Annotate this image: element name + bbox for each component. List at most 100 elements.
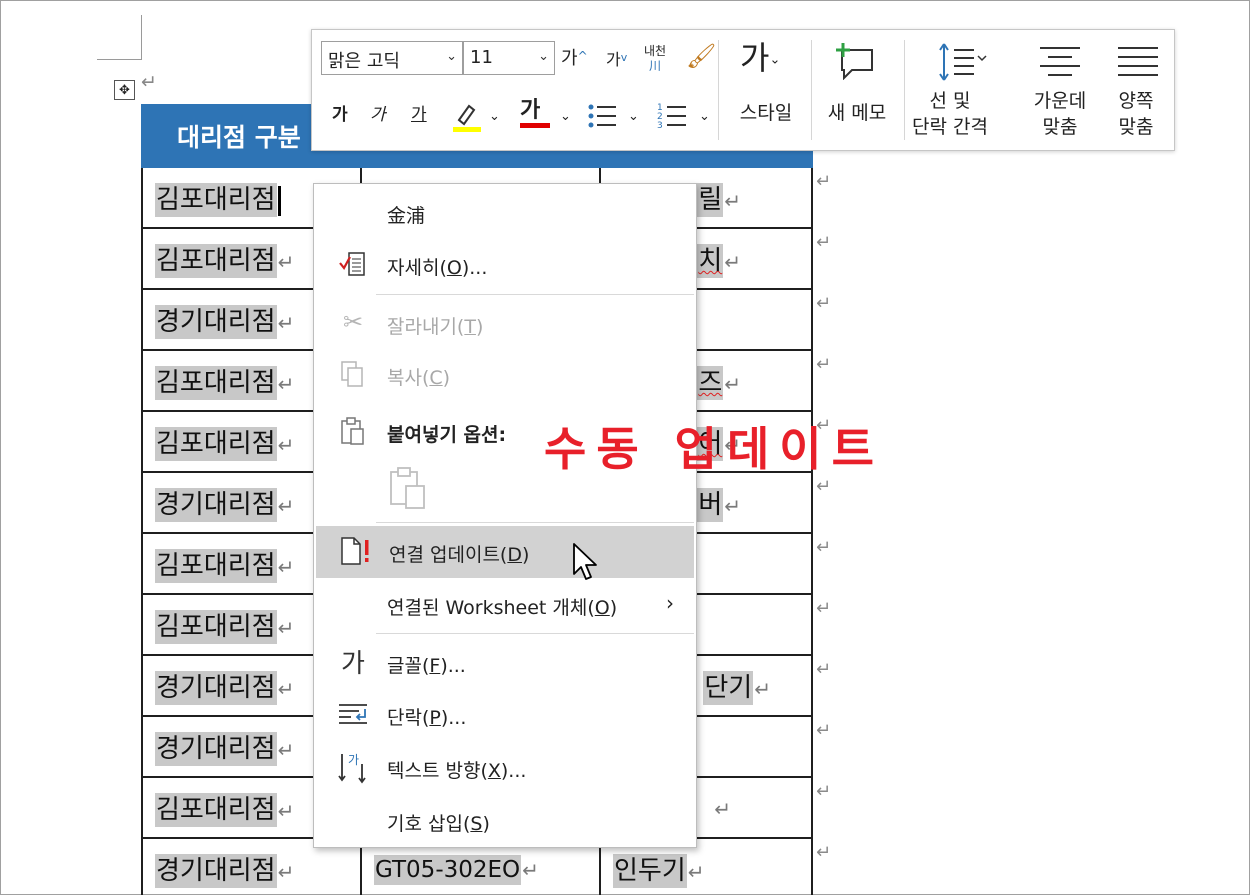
paragraph-mark: ↵	[277, 555, 295, 579]
svg-text:가: 가	[348, 753, 359, 767]
line-spacing-label-1: 선 및	[929, 90, 971, 112]
copy-glyph-icon	[341, 361, 363, 387]
justify-icon[interactable]	[1116, 44, 1160, 84]
shrink-font-glyph: 가	[606, 50, 621, 69]
font-size-value: 11	[470, 47, 493, 68]
label-text: 연결된 Worksheet 개체(	[387, 597, 595, 619]
styles-icon[interactable]: 가⌄	[740, 42, 780, 74]
justify-label-2: 맞춤	[1118, 116, 1154, 138]
paragraph-mark: ↵	[277, 372, 295, 396]
menu-item-update-link[interactable]: 연결 업데이트(D)	[316, 526, 694, 578]
new-comment-label: 새 메모	[827, 102, 887, 124]
bullets-button[interactable]	[586, 100, 618, 136]
label-text: 기호 삽입(	[387, 813, 471, 835]
text-direction-icon: 가	[336, 752, 370, 784]
row-end-mark: ↵	[816, 171, 832, 192]
paragraph-mark: ↵	[277, 860, 295, 884]
context-menu: 金浦 자세히(O)... ✂ 잘라내기(T) 복사(C) 붙여넣기 옵션: 연결…	[313, 183, 697, 848]
menu-item-label: 기호 삽입(S)	[387, 809, 490, 836]
svg-text:3: 3	[657, 121, 663, 131]
menu-item-linked-worksheet[interactable]: 연결된 Worksheet 개체(O) ›	[314, 579, 696, 631]
shrink-font-button[interactable]: 가v	[606, 52, 627, 68]
access-key: F	[429, 655, 441, 677]
menu-item-paragraph[interactable]: 단락(P)...	[314, 689, 696, 741]
chevron-down-icon[interactable]: ⌄	[489, 110, 500, 123]
styles-glyph: 가	[740, 39, 770, 77]
phonetic-guide-button[interactable]: 내천 川	[644, 44, 666, 74]
font-name-select[interactable]: 맑은 고딕 ⌄	[321, 41, 463, 75]
align-center-icon[interactable]	[1038, 44, 1082, 84]
paste-icon	[390, 467, 425, 509]
numbering-button[interactable]: 123	[656, 100, 688, 136]
highlight-button[interactable]	[451, 100, 483, 138]
justify-button[interactable]: 양쪽맞춤	[1104, 88, 1168, 140]
grow-font-button[interactable]: 가^	[561, 50, 588, 68]
dictionary-icon	[339, 252, 365, 276]
chevron-down-icon: ⌄	[769, 52, 781, 68]
paragraph-mark: ↵	[141, 71, 157, 93]
menu-item-text-direction[interactable]: 가 텍스트 방향(X)...	[314, 742, 696, 794]
italic-button[interactable]: 가	[370, 107, 386, 124]
menu-item-label: 복사(C)	[387, 363, 450, 390]
grow-font-glyph: 가	[561, 48, 578, 69]
access-key: S	[470, 813, 483, 835]
bold-button[interactable]: 가	[332, 107, 348, 124]
row-end-mark: ↵	[816, 659, 832, 680]
caret-up-icon: ^	[577, 49, 588, 63]
cell-text: 김포대리점	[155, 427, 277, 461]
clipboard-icon	[336, 416, 370, 448]
chevron-down-icon: ⌄	[446, 49, 457, 64]
new-comment-button[interactable]: 새 메모	[815, 100, 899, 126]
phonetic-top: 내천	[644, 44, 667, 58]
paragraph-mark: ↵	[277, 250, 295, 274]
row-end-mark: ↵	[816, 293, 832, 314]
underline-glyph: 가	[411, 105, 427, 125]
cell-text: 즈	[697, 366, 724, 400]
table-move-handle-icon[interactable]: ✥	[114, 80, 135, 100]
access-key: O	[594, 597, 610, 619]
label-end: )...	[461, 257, 488, 279]
menu-item-cut[interactable]: ✂ 잘라내기(T)	[314, 298, 696, 350]
row-end-mark: ↵	[816, 842, 832, 863]
row-end-mark: ↵	[816, 537, 832, 558]
cell-text: 김포대리점	[155, 244, 277, 278]
line-spacing-button[interactable]: 선 및 단락 간격	[908, 88, 992, 140]
menu-item-details[interactable]: 자세히(O)...	[314, 239, 696, 291]
toolbar-divider	[811, 40, 812, 140]
access-key: X	[487, 760, 501, 782]
menu-item-label: 단락(P)...	[387, 703, 466, 730]
font-icon: 가	[341, 649, 365, 679]
center-align-glyph-icon	[1040, 47, 1080, 76]
align-center-button[interactable]: 가운데 맞춤	[1020, 88, 1100, 140]
chevron-down-icon[interactable]: ⌄	[560, 110, 571, 123]
label-text: 복사(	[387, 367, 430, 389]
paragraph-glyph-icon	[339, 704, 367, 724]
annotation-text: 수동 업데이트	[544, 422, 884, 476]
new-comment-icon[interactable]	[832, 42, 876, 84]
menu-item-hanja[interactable]: 金浦	[314, 187, 696, 239]
menu-item-insert-symbol[interactable]: 기호 삽입(S)	[314, 795, 696, 847]
update-link-icon	[338, 536, 372, 568]
menu-item-font[interactable]: 가 글꼴(F)...	[314, 637, 696, 689]
toolbar-divider	[904, 40, 905, 140]
paragraph-mark: ↵	[277, 616, 295, 640]
font-size-select[interactable]: 11 ⌄	[463, 41, 555, 75]
chevron-down-icon[interactable]: ⌄	[628, 110, 639, 123]
label-end: )	[442, 367, 451, 389]
header-text: 대리점 구분	[177, 123, 301, 152]
menu-item-copy[interactable]: 복사(C)	[314, 349, 696, 401]
paste-keep-formatting-icon[interactable]	[388, 466, 428, 514]
line-spacing-icon[interactable]	[936, 42, 988, 86]
styles-button[interactable]: 스타일	[726, 100, 806, 126]
font-color-bar	[520, 123, 550, 128]
font-color-glyph: 가	[520, 98, 541, 123]
underline-button[interactable]: 가	[411, 107, 427, 124]
justify-label-1: 양쪽	[1118, 90, 1154, 112]
document-alert-icon	[341, 537, 369, 565]
paragraph-icon	[336, 699, 370, 731]
chevron-down-icon[interactable]: ⌄	[699, 110, 710, 123]
font-color-button[interactable]: 가	[520, 100, 550, 128]
format-painter-icon[interactable]: 🖌	[686, 44, 716, 68]
text-cursor	[277, 185, 281, 216]
menu-item-label: 자세히(O)...	[387, 253, 487, 280]
